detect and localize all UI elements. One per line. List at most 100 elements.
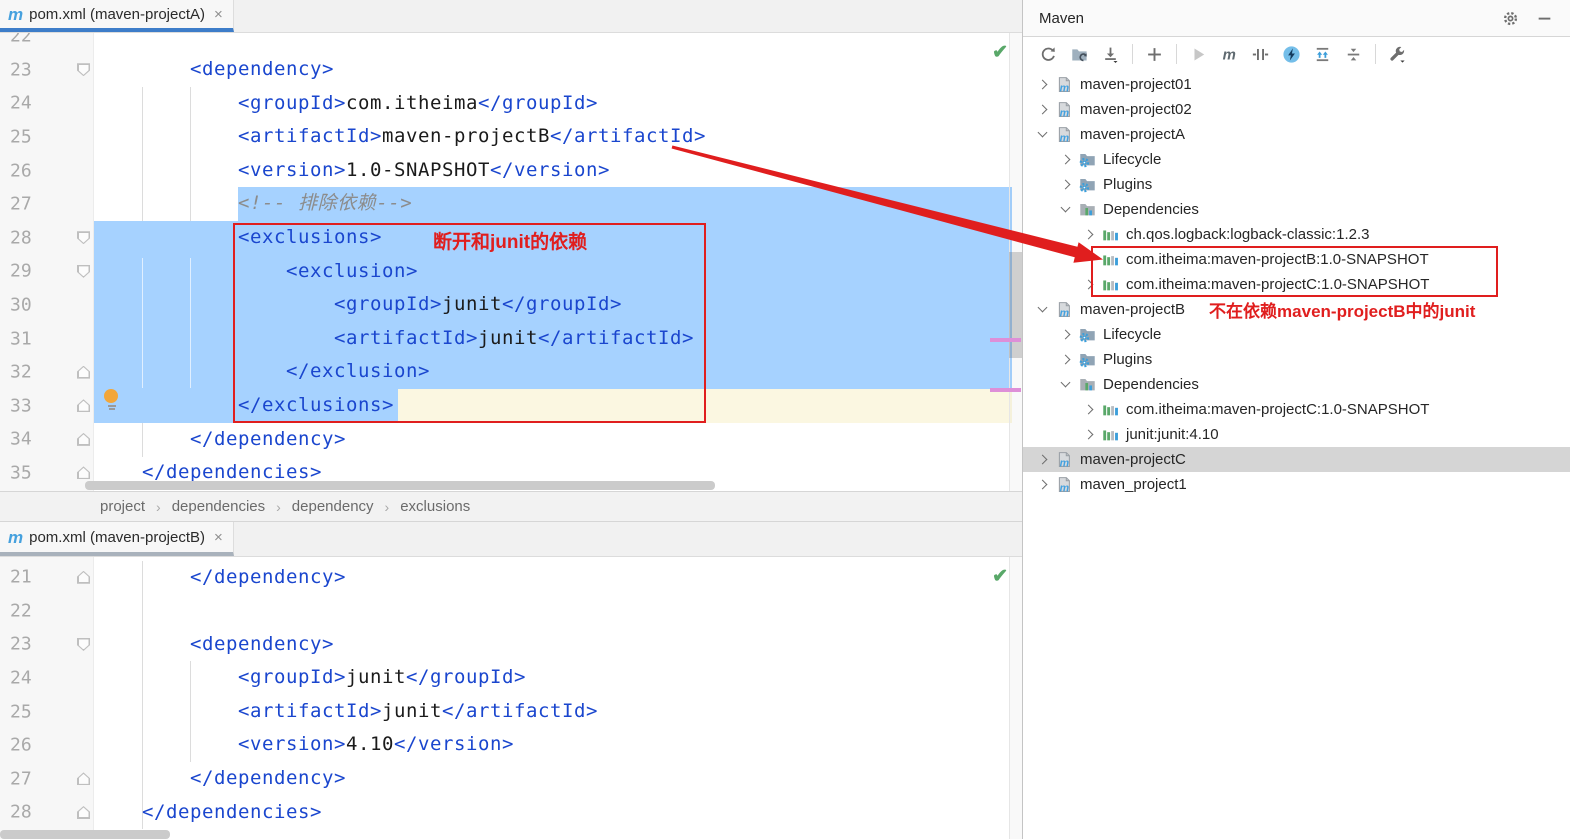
close-icon[interactable]: ×	[214, 529, 223, 546]
code-area[interactable]: <groupId>junit</groupId>	[94, 288, 1022, 322]
chevron-right-icon[interactable]	[1035, 452, 1051, 468]
minimize-icon[interactable]	[1532, 6, 1556, 30]
code-area[interactable]: </dependencies>	[94, 796, 1022, 830]
fold-marker-icon[interactable]	[77, 570, 90, 584]
horizontal-scrollbar-thumb[interactable]	[0, 830, 170, 839]
tree-item-maven-project01[interactable]: m maven-project01	[1023, 72, 1570, 97]
code-line-24[interactable]: 24 <groupId>com.itheima</groupId>	[0, 87, 1022, 121]
expand-all-icon[interactable]	[1307, 41, 1338, 67]
code-area[interactable]	[94, 33, 1022, 53]
chevron-down-icon[interactable]	[1035, 302, 1051, 318]
close-icon[interactable]: ×	[214, 6, 223, 23]
code-area[interactable]: <groupId>junit</groupId>	[94, 661, 1022, 695]
fold-marker-icon[interactable]	[77, 264, 90, 278]
chevron-right-icon[interactable]	[1035, 102, 1051, 118]
code-area[interactable]: </dependency>	[94, 762, 1022, 796]
chevron-down-icon[interactable]	[1035, 127, 1051, 143]
tree-item-Plugins[interactable]: Plugins	[1023, 347, 1570, 372]
tree-item-Plugins[interactable]: Plugins	[1023, 172, 1570, 197]
chevron-down-icon[interactable]	[1058, 377, 1074, 393]
fold-marker-icon[interactable]	[77, 63, 90, 77]
code-line-23[interactable]: 23 <dependency>	[0, 628, 1022, 662]
chevron-right-icon[interactable]	[1081, 277, 1097, 293]
code-area[interactable]: <groupId>com.itheima</groupId>	[94, 87, 1022, 121]
run-build-icon[interactable]	[1183, 41, 1214, 67]
vertical-scrollbar[interactable]	[1009, 557, 1022, 839]
breadcrumb-item-project[interactable]: project	[100, 498, 145, 515]
tree-item-Lifecycle[interactable]: Lifecycle	[1023, 147, 1570, 172]
fold-marker-icon[interactable]	[77, 231, 90, 245]
add-maven-project-icon[interactable]	[1139, 41, 1170, 67]
skip-tests-icon[interactable]	[1245, 41, 1276, 67]
code-area[interactable]: <artifactId>maven-projectB</artifactId>	[94, 120, 1022, 154]
chevron-right-icon[interactable]	[1081, 227, 1097, 243]
code-area[interactable]: <exclusion>	[94, 254, 1022, 289]
breadcrumb-item-exclusions[interactable]: exclusions	[400, 498, 470, 515]
code-area[interactable]: </dependency>	[94, 423, 1022, 457]
code-area[interactable]: </exclusion>	[94, 355, 1022, 389]
code-area[interactable]: <dependency>	[94, 628, 1022, 662]
tree-item-maven-project02[interactable]: m maven-project02	[1023, 97, 1570, 122]
chevron-right-icon[interactable]	[1081, 402, 1097, 418]
tree-item-ch-qos-logback-logback-classic-1-2-3[interactable]: ch.qos.logback:logback-classic:1.2.3	[1023, 222, 1570, 247]
fold-marker-icon[interactable]	[77, 805, 90, 819]
fold-marker-icon[interactable]	[77, 772, 90, 786]
download-sources-icon[interactable]	[1095, 41, 1126, 67]
code-line-28[interactable]: 28 </dependencies>	[0, 796, 1022, 830]
code-line-26[interactable]: 26 <version>1.0-SNAPSHOT</version>	[0, 154, 1022, 188]
code-line-32[interactable]: 32 </exclusion>	[0, 355, 1022, 389]
chevron-right-icon[interactable]	[1058, 177, 1074, 193]
fold-marker-icon[interactable]	[77, 365, 90, 379]
collapse-all-icon[interactable]	[1338, 41, 1369, 67]
code-area[interactable]: <dependency>	[94, 53, 1022, 87]
tree-item-com-itheima-maven-projectC-1-0-SNAPSHOT[interactable]: com.itheima:maven-projectC:1.0-SNAPSHOT	[1023, 397, 1570, 422]
editor-a-body[interactable]: 22 23 <dependency> 24 <groupId>com.itheima…	[0, 33, 1022, 491]
chevron-right-icon[interactable]	[1058, 352, 1074, 368]
code-area[interactable]: <artifactId>junit</artifactId>	[94, 695, 1022, 729]
code-line-22[interactable]: 22	[0, 594, 1022, 628]
tree-item-maven-projectC[interactable]: m maven-projectC	[1023, 447, 1570, 472]
intention-lightbulb-icon[interactable]	[104, 389, 119, 410]
tree-item-maven_project1[interactable]: m maven_project1	[1023, 472, 1570, 497]
breadcrumb-item-dependencies[interactable]: dependencies	[172, 498, 265, 515]
chevron-right-icon[interactable]	[1035, 77, 1051, 93]
tree-item-com-itheima-maven-projectB-1-0-SNAPSHOT[interactable]: com.itheima:maven-projectB:1.0-SNAPSHOT	[1023, 247, 1570, 272]
code-area[interactable]: </exclusions>	[94, 388, 1022, 423]
breadcrumb-item-dependency[interactable]: dependency	[292, 498, 374, 515]
tab-pom-maven-projectA[interactable]: m pom.xml (maven-projectA) ×	[0, 0, 234, 32]
editor-b-body[interactable]: 21 </dependency> 22 23 <dependency> 24 <gro…	[0, 557, 1022, 839]
execute-goal-icon[interactable]: m	[1214, 41, 1245, 67]
code-line-25[interactable]: 25 <artifactId>junit</artifactId>	[0, 695, 1022, 729]
vertical-scrollbar-thumb[interactable]	[1009, 252, 1022, 358]
code-line-29[interactable]: 29 <exclusion>	[0, 254, 1022, 289]
tree-item-maven-projectA[interactable]: m maven-projectA	[1023, 122, 1570, 147]
code-line-21[interactable]: 21 </dependency>	[0, 561, 1022, 595]
code-area[interactable]: <artifactId>junit</artifactId>	[94, 321, 1022, 356]
chevron-down-icon[interactable]	[1058, 202, 1074, 218]
code-line-25[interactable]: 25 <artifactId>maven-projectB</artifactI…	[0, 120, 1022, 154]
chevron-right-icon[interactable]	[1081, 427, 1097, 443]
fold-marker-icon[interactable]	[77, 399, 90, 413]
code-line-27[interactable]: 27 </dependency>	[0, 762, 1022, 796]
tree-item-Lifecycle[interactable]: Lifecycle	[1023, 322, 1570, 347]
fold-marker-icon[interactable]	[77, 432, 90, 446]
fold-marker-icon[interactable]	[77, 637, 90, 651]
tree-item-Dependencies[interactable]: Dependencies	[1023, 197, 1570, 222]
code-line-24[interactable]: 24 <groupId>junit</groupId>	[0, 661, 1022, 695]
fold-marker-icon[interactable]	[77, 466, 90, 480]
chevron-right-icon[interactable]	[1035, 477, 1051, 493]
generate-sources-icon[interactable]	[1064, 41, 1095, 67]
code-area[interactable]: <!-- 排除依赖-->	[94, 187, 1022, 221]
code-area[interactable]: </dependency>	[94, 561, 1022, 595]
gear-icon[interactable]	[1498, 6, 1522, 30]
code-line-33[interactable]: 33 </exclusions>	[0, 388, 1022, 423]
code-line-30[interactable]: 30 <groupId>junit</groupId>	[0, 288, 1022, 322]
code-area[interactable]: <version>4.10</version>	[94, 728, 1022, 762]
chevron-right-icon[interactable]	[1058, 327, 1074, 343]
reimport-icon[interactable]	[1033, 41, 1064, 67]
horizontal-scrollbar-thumb[interactable]	[85, 481, 715, 490]
tree-item-maven-projectB[interactable]: m maven-projectB 不在依赖maven-projectB中的junit	[1023, 297, 1570, 322]
tree-item-junit-junit-4-10[interactable]: junit:junit:4.10	[1023, 422, 1570, 447]
code-line-26[interactable]: 26 <version>4.10</version>	[0, 728, 1022, 762]
code-line-27[interactable]: 27 <!-- 排除依赖-->	[0, 187, 1022, 221]
